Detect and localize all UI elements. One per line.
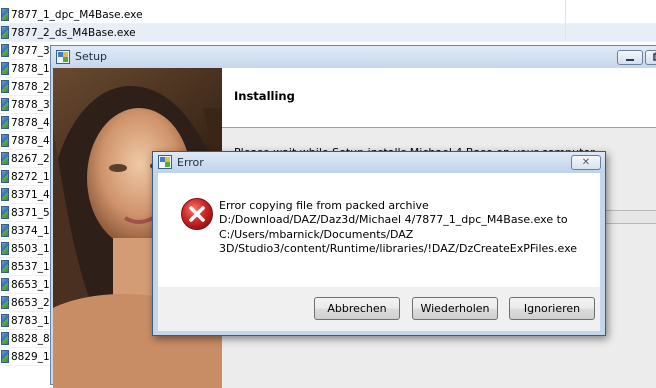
file-exe-icon xyxy=(1,98,9,111)
file-name: 8783_1 xyxy=(11,314,50,327)
file-name: 8653_2 xyxy=(11,296,50,309)
file-name: 7877_2_ds_M4Base.exe xyxy=(11,26,136,39)
file-name: 8374_1 xyxy=(11,224,50,237)
setup-heading: Installing xyxy=(234,89,295,103)
file-exe-icon xyxy=(1,278,9,291)
file-exe-icon xyxy=(1,188,9,201)
setup-app-icon xyxy=(56,50,70,64)
file-exe-icon xyxy=(1,134,9,147)
file-name: 8653_1 xyxy=(11,278,50,291)
file-name: 8267_2 xyxy=(11,152,50,165)
restore-icon xyxy=(653,52,656,61)
file-name: 7877_1_dpc_M4Base.exe xyxy=(11,8,143,21)
error-dialog-footer: Abbrechen Wiederholen Ignorieren xyxy=(158,287,600,331)
file-exe-icon xyxy=(1,296,9,309)
file-name: 8537_1 xyxy=(11,260,50,273)
error-dialog: Error ✕ Error copying file from packed a… xyxy=(152,151,606,336)
file-exe-icon xyxy=(1,8,9,21)
error-dialog-body: Error copying file from packed archive D… xyxy=(158,173,600,287)
window-controls xyxy=(617,50,656,66)
file-name: 8371_4 xyxy=(11,188,50,201)
file-name: 7878_1 xyxy=(11,62,50,75)
column-divider[interactable] xyxy=(565,0,566,40)
close-icon: ✕ xyxy=(581,157,591,168)
file-list-row[interactable]: 7877_1_dpc_M4Base.exe xyxy=(0,6,656,24)
file-exe-icon xyxy=(1,206,9,219)
retry-button[interactable]: Wiederholen xyxy=(412,297,498,320)
file-name: 8272_1 xyxy=(11,170,50,183)
file-exe-icon xyxy=(1,44,9,57)
restore-button[interactable] xyxy=(645,50,656,65)
abort-button[interactable]: Abbrechen xyxy=(314,297,400,320)
minimize-icon xyxy=(626,59,634,61)
setup-window-title: Setup xyxy=(75,50,108,63)
file-exe-icon xyxy=(1,80,9,93)
file-exe-icon xyxy=(1,332,9,345)
close-button[interactable]: ✕ xyxy=(571,155,601,170)
file-name: 8829_1 xyxy=(11,350,50,363)
file-exe-icon xyxy=(1,116,9,129)
file-exe-icon xyxy=(1,152,9,165)
setup-app-icon xyxy=(158,155,172,169)
error-icon xyxy=(181,198,213,230)
file-name: 7878_2 xyxy=(11,80,50,93)
ignore-button[interactable]: Ignorieren xyxy=(509,297,595,320)
file-exe-icon xyxy=(1,314,9,327)
error-dialog-title: Error xyxy=(177,156,204,169)
file-list-row[interactable]: 7877_2_ds_M4Base.exe xyxy=(0,24,656,42)
file-name: 7877_3 xyxy=(11,44,50,57)
file-exe-icon xyxy=(1,26,9,39)
file-exe-icon xyxy=(1,260,9,273)
file-name: 7878_4 xyxy=(11,134,50,147)
file-name: 7878_4 xyxy=(11,116,50,129)
minimize-button[interactable] xyxy=(617,50,643,65)
file-name: 7878_3 xyxy=(11,98,50,111)
file-exe-icon xyxy=(1,170,9,183)
file-name: 8828_8 xyxy=(11,332,50,345)
setup-titlebar[interactable]: Setup xyxy=(51,46,656,68)
file-exe-icon xyxy=(1,242,9,255)
error-message: Error copying file from packed archive D… xyxy=(219,199,578,255)
setup-header: Installing xyxy=(222,68,656,128)
file-exe-icon xyxy=(1,224,9,237)
file-name: 8371_5 xyxy=(11,206,50,219)
file-exe-icon xyxy=(1,62,9,75)
error-dialog-titlebar[interactable]: Error ✕ xyxy=(153,152,605,173)
file-exe-icon xyxy=(1,350,9,363)
